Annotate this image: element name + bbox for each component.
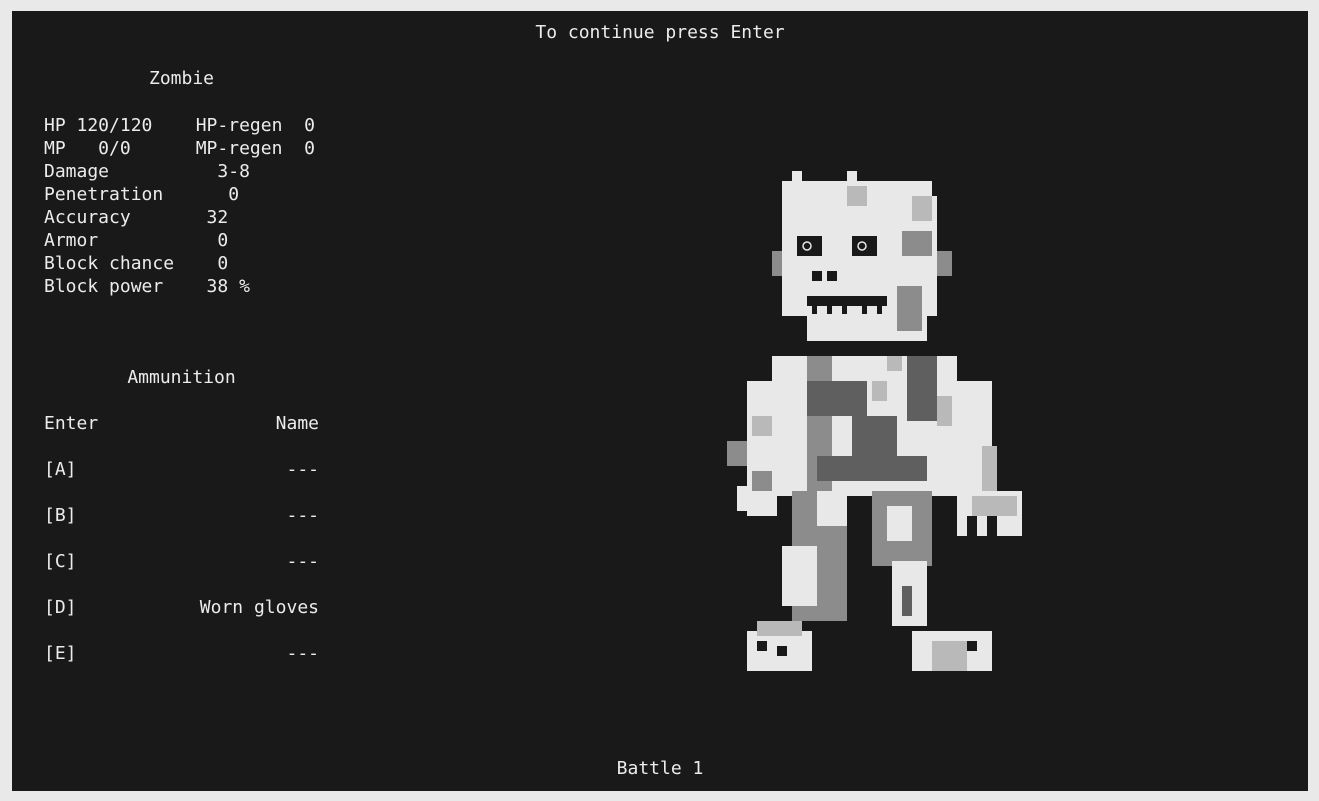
- ammo-slot-key: [D]: [44, 597, 77, 618]
- ammo-slot-name: ---: [286, 643, 319, 664]
- ammo-slot-name: ---: [286, 459, 319, 480]
- ammunition-header: Enter Name: [44, 412, 319, 435]
- game-screen: To continue press Enter Zombie HP 120/12…: [12, 11, 1308, 791]
- stat-penetration-line: Penetration 0: [44, 184, 240, 205]
- ammo-slot-e[interactable]: [E] ---: [44, 642, 319, 665]
- ammunition-title: Ammunition: [127, 367, 236, 388]
- ammo-slot-key: [C]: [44, 551, 77, 572]
- stat-accuracy-line: Accuracy 32: [44, 207, 229, 228]
- ammo-slot-key: [A]: [44, 459, 77, 480]
- stat-block-chance-line: Block chance 0: [44, 253, 229, 274]
- column-name-header: Name: [275, 413, 319, 434]
- ammo-slot-key: [B]: [44, 505, 77, 526]
- ammo-slot-name: Worn gloves: [199, 597, 319, 618]
- stat-block-power-line: Block power 38 %: [44, 276, 250, 297]
- battle-label: Battle 1: [616, 758, 704, 779]
- ammo-slot-d[interactable]: [D] Worn gloves: [44, 596, 319, 619]
- column-enter-header: Enter: [44, 413, 99, 434]
- stat-damage-line: Damage 3-8: [44, 161, 250, 182]
- stat-mp-line: MP 0/0 MP-regen 0: [44, 138, 315, 159]
- ammo-slot-b[interactable]: [B] ---: [44, 504, 319, 527]
- ammo-slot-name: ---: [286, 505, 319, 526]
- stat-armor-line: Armor 0: [44, 230, 229, 251]
- ammo-slot-c[interactable]: [C] ---: [44, 550, 319, 573]
- ammo-slot-key: [E]: [44, 643, 77, 664]
- zombie-sprite: [712, 156, 1022, 671]
- continue-prompt: To continue press Enter: [535, 22, 785, 43]
- stats-panel: HP 120/120 HP-regen 0 MP 0/0 MP-regen 0 …: [44, 114, 315, 298]
- stat-hp-line: HP 120/120 HP-regen 0: [44, 115, 315, 136]
- ammo-slot-a[interactable]: [A] ---: [44, 458, 319, 481]
- ammo-slot-name: ---: [286, 551, 319, 572]
- monster-name: Zombie: [148, 68, 215, 89]
